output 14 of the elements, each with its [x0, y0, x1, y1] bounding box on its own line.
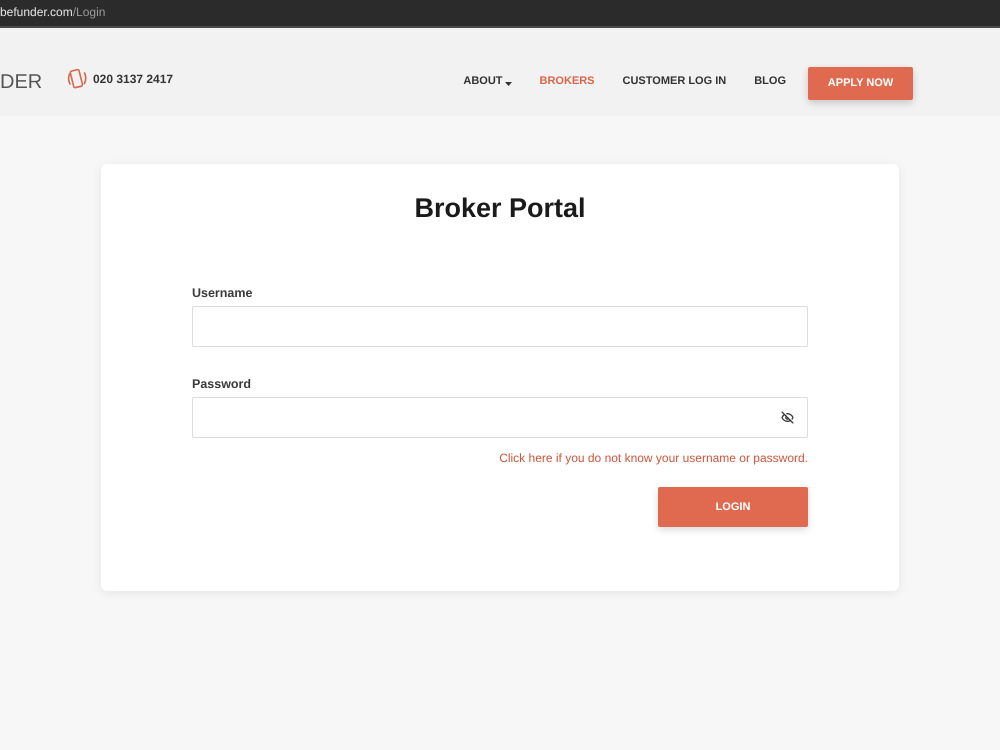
field-label: Username: [192, 285, 254, 302]
hide-password-icon[interactable]: [781, 411, 794, 424]
input-field[interactable]: [192, 306, 808, 347]
forgot-credentials-link[interactable]: Click here if you do not know your username or password.: [499, 450, 808, 466]
url-text[interactable]: befunder.com/Login: [0, 4, 106, 20]
field-label: Password: [192, 376, 252, 393]
nav-link[interactable]: CUSTOMER LOG IN: [622, 73, 726, 90]
phone-icon: [66, 67, 88, 91]
site-logo[interactable]: DER: [0, 70, 66, 94]
phone-number[interactable]: 020 3137 2417: [93, 70, 174, 88]
nav-link[interactable]: BLOG: [754, 73, 786, 90]
nav-link[interactable]: ABOUT: [463, 73, 512, 90]
page-title: Broker Portal: [413, 192, 587, 224]
input-field[interactable]: [192, 397, 808, 438]
